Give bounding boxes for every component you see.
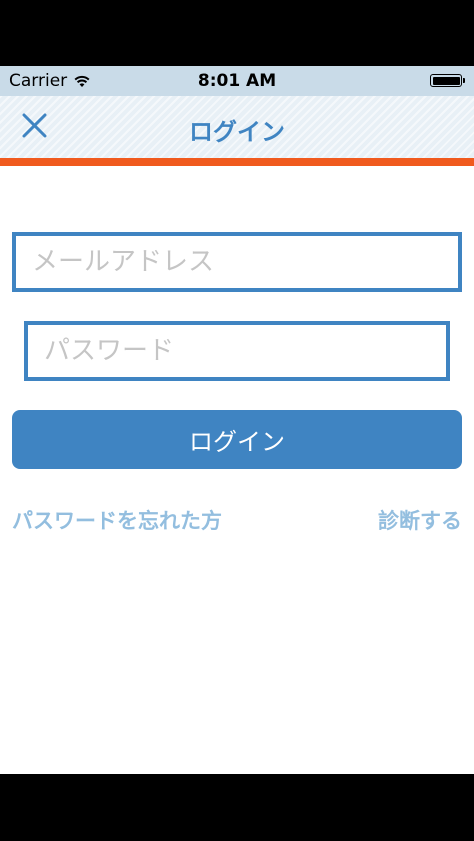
email-field-frame bbox=[12, 232, 462, 292]
status-time: 8:01 AM bbox=[197, 71, 277, 91]
password-field[interactable] bbox=[28, 325, 446, 377]
app-screen: Carrier 8:01 AM ログイン ログイン パスワードを忘れた方 診断す… bbox=[0, 66, 474, 774]
login-button[interactable]: ログイン bbox=[12, 410, 462, 469]
battery-icon bbox=[430, 74, 465, 87]
password-field-frame bbox=[24, 321, 450, 381]
nav-accent-bar bbox=[0, 158, 474, 166]
forgot-password-link[interactable]: パスワードを忘れた方 bbox=[12, 505, 222, 535]
email-field[interactable] bbox=[16, 236, 458, 288]
diagnose-link[interactable]: 診断する bbox=[378, 505, 462, 535]
status-bar: Carrier 8:01 AM bbox=[0, 66, 474, 96]
navigation-bar: ログイン bbox=[0, 96, 474, 158]
page-title: ログイン bbox=[189, 118, 285, 146]
